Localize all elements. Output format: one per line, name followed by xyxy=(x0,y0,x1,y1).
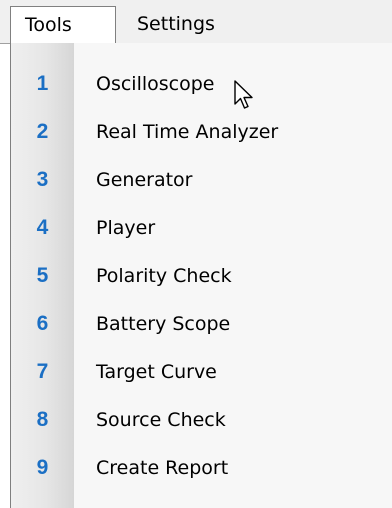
menu-bar: Tools Settings xyxy=(0,0,392,45)
tools-dropdown-menu: 1 Oscilloscope 2 Real Time Analyzer 3 Ge… xyxy=(10,43,392,508)
menu-item-player[interactable]: 4 Player xyxy=(11,205,392,251)
menu-item-number: 1 xyxy=(36,72,49,95)
menu-item-number: 2 xyxy=(36,120,49,143)
menu-item-label: Target Curve xyxy=(96,361,217,383)
menu-item-number: 4 xyxy=(36,216,49,239)
menu-item-label: Battery Scope xyxy=(96,313,231,335)
menu-item-generator[interactable]: 3 Generator xyxy=(11,157,392,203)
menu-item-label: Oscilloscope xyxy=(96,73,215,95)
menu-item-number: 3 xyxy=(36,168,49,191)
mouse-pointer-icon xyxy=(234,80,256,112)
menu-item-oscilloscope[interactable]: 1 Oscilloscope xyxy=(11,61,392,107)
menu-tools[interactable]: Tools xyxy=(10,6,116,45)
menu-item-number: 6 xyxy=(36,312,49,335)
menu-item-label: Real Time Analyzer xyxy=(96,121,279,143)
menu-item-label: Polarity Check xyxy=(96,265,232,287)
menu-item-target-curve[interactable]: 7 Target Curve xyxy=(11,349,392,395)
menu-item-real-time-analyzer[interactable]: 2 Real Time Analyzer xyxy=(11,109,392,155)
menu-item-create-report[interactable]: 9 Create Report xyxy=(11,445,392,491)
menu-item-label: Player xyxy=(96,217,156,239)
menu-item-label: Source Check xyxy=(96,409,226,431)
menu-item-number: 5 xyxy=(36,264,49,287)
menu-settings[interactable]: Settings xyxy=(125,6,265,44)
menu-item-number: 7 xyxy=(36,360,49,383)
menu-item-label: Create Report xyxy=(96,457,229,479)
menu-item-label: Generator xyxy=(96,169,193,191)
menu-item-battery-scope[interactable]: 6 Battery Scope xyxy=(11,301,392,347)
menu-item-source-check[interactable]: 8 Source Check xyxy=(11,397,392,443)
menu-item-number: 9 xyxy=(36,456,49,479)
menu-item-number: 8 xyxy=(36,408,49,431)
menu-item-polarity-check[interactable]: 5 Polarity Check xyxy=(11,253,392,299)
